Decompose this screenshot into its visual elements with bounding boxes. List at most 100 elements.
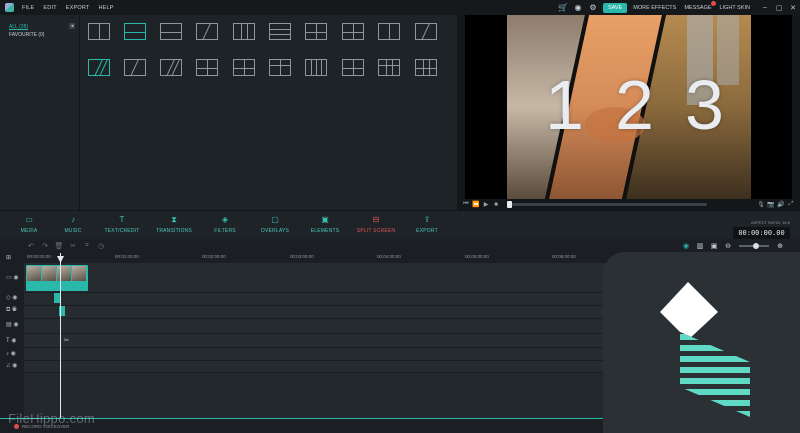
tab-music[interactable]: ♪ MUSIC: [48, 215, 98, 234]
element-track-icon: ▤ ◉: [6, 322, 19, 328]
zoom-slider-knob[interactable]: [753, 243, 759, 249]
menu-bar: FILE EDIT EXPORT HELP 🛒 ◉ ⚙ SAVE MORE EF…: [0, 0, 800, 15]
library-all-item[interactable]: ALL (28): [9, 24, 28, 30]
preview-scrubber[interactable]: [507, 201, 707, 208]
layout-tile[interactable]: [233, 23, 255, 40]
layout-tile-divider: [392, 60, 394, 75]
save-button[interactable]: SAVE: [602, 2, 628, 13]
tab-label: TEXT/CREDIT: [104, 228, 140, 234]
message-link[interactable]: MESSAGE: [684, 0, 716, 11]
layout-tile[interactable]: [124, 59, 146, 77]
tab-text-credit[interactable]: T TEXT/CREDIT: [97, 215, 147, 234]
layout-tile-divider: [379, 64, 399, 67]
render-icon[interactable]: ▣: [707, 242, 721, 250]
message-label: MESSAGE: [684, 4, 712, 11]
library-favourite-item[interactable]: FAVOURITE (0): [9, 32, 44, 38]
layout-tile-divider: [247, 24, 249, 39]
ruler-tick-label: 00:00:00:00: [27, 254, 51, 259]
tab-split-screen[interactable]: ⊟ SPLIT SCREEN: [351, 215, 401, 234]
close-icon[interactable]: ✕: [786, 4, 800, 12]
audio-mixer-icon[interactable]: ▥: [693, 242, 707, 250]
microphone-icon[interactable]: 🎙: [756, 201, 766, 208]
tab-label: ELEMENTS: [310, 228, 340, 234]
more-effects-link[interactable]: MORE EFFECTS: [633, 5, 676, 11]
tab-transitions[interactable]: ⧗ TRANSITIONS: [149, 215, 199, 234]
layout-tile[interactable]: [269, 23, 291, 40]
aspect-ratio-label: ASPECT RATIO: 16:9: [751, 220, 790, 225]
menu-edit[interactable]: EDIT: [43, 5, 56, 11]
layout-tile[interactable]: [196, 59, 218, 76]
tab-label: MEDIA: [20, 228, 38, 234]
layout-tile[interactable]: [196, 23, 218, 41]
play-icon[interactable]: ▶: [481, 201, 491, 208]
menu-export[interactable]: EXPORT: [66, 5, 90, 11]
zoom-out-icon[interactable]: ⊖: [721, 242, 735, 250]
settings-icon[interactable]: ⚙: [588, 3, 598, 13]
light-skin-link[interactable]: LIGHT SKIN: [720, 5, 750, 11]
layout-tile-divider: [270, 28, 290, 31]
speed-icon[interactable]: ◷: [94, 242, 108, 250]
snap-icon[interactable]: ◉: [679, 242, 693, 250]
tab-export[interactable]: ⇪ EXPORT: [402, 215, 452, 234]
layout-tile[interactable]: [415, 59, 437, 76]
menu-help[interactable]: HELP: [98, 5, 113, 11]
tab-elements[interactable]: ▣ ELEMENTS: [300, 215, 350, 234]
overlay-track-icon: ⧉ ◉: [6, 307, 17, 313]
layout-tile[interactable]: [342, 23, 364, 40]
tab-overlays[interactable]: ▢ OVERLAYS: [250, 215, 300, 234]
music-note-icon: ♪: [71, 215, 75, 224]
preview-number-3: 3: [685, 66, 724, 144]
rewind-icon[interactable]: ⏪: [471, 201, 481, 208]
maximize-icon[interactable]: ▢: [772, 4, 786, 12]
layout-tile[interactable]: [124, 23, 146, 40]
volume-icon[interactable]: 🔊: [776, 201, 786, 208]
menu-file[interactable]: FILE: [22, 5, 34, 11]
layout-tile[interactable]: [342, 59, 364, 76]
layout-tile[interactable]: [233, 59, 255, 76]
tab-filters[interactable]: ◈ FILTERS: [200, 215, 250, 234]
video-clip[interactable]: [26, 265, 88, 291]
layout-tile[interactable]: [160, 23, 182, 40]
account-icon[interactable]: ◉: [573, 3, 583, 13]
crop-icon[interactable]: ⌗: [80, 242, 94, 250]
add-track-icon[interactable]: ⊞: [6, 254, 11, 261]
layout-tile[interactable]: [305, 23, 327, 40]
zoom-slider[interactable]: [739, 243, 769, 249]
layout-tile[interactable]: [88, 59, 110, 77]
ruler-tick-label: 00:06:00:00: [552, 254, 576, 259]
tab-media[interactable]: ▭ MEDIA: [4, 215, 54, 234]
layout-tile[interactable]: [305, 59, 327, 76]
cut-tool-icon[interactable]: ✂: [66, 242, 80, 250]
tab-label: TRANSITIONS: [156, 228, 192, 234]
layout-tile-divider: [197, 67, 217, 69]
fullscreen-icon[interactable]: ⤢: [786, 201, 796, 208]
tab-label: OVERLAYS: [260, 228, 290, 234]
redo-icon[interactable]: ↷: [38, 242, 52, 250]
skip-back-icon[interactable]: ⏮: [461, 201, 471, 208]
layout-tile[interactable]: [415, 23, 437, 41]
zoom-in-icon[interactable]: ⊕: [773, 242, 787, 250]
layout-tile[interactable]: [160, 59, 182, 77]
undo-icon[interactable]: ↶: [24, 242, 38, 250]
layout-tile-divider: [389, 24, 391, 39]
stop-icon[interactable]: ■: [491, 202, 501, 208]
minimize-icon[interactable]: –: [758, 4, 772, 11]
preview-number-1: 1: [545, 66, 584, 144]
layout-tile[interactable]: [269, 59, 291, 76]
snapshot-icon[interactable]: 📷: [766, 201, 776, 208]
delete-icon[interactable]: 🗑: [52, 242, 66, 250]
layout-tile[interactable]: [88, 23, 110, 40]
layout-tile[interactable]: [378, 59, 400, 76]
pip-track-icon: ◇ ◉: [6, 295, 18, 301]
collapse-panel-icon[interactable]: ◂: [69, 23, 75, 29]
notification-badge: [710, 0, 716, 6]
layout-tile[interactable]: [378, 23, 400, 40]
playhead-line[interactable]: [60, 253, 61, 418]
layout-tile-divider: [421, 23, 430, 41]
layout-tile-divider: [316, 60, 318, 75]
timecode-display: 00:00:00.00: [733, 227, 790, 239]
video-track-icon: ▭ ◉: [6, 275, 19, 281]
tab-label: SPLIT SCREEN: [356, 228, 396, 234]
scrubber-knob[interactable]: [507, 201, 512, 208]
cart-icon[interactable]: 🛒: [558, 3, 568, 13]
